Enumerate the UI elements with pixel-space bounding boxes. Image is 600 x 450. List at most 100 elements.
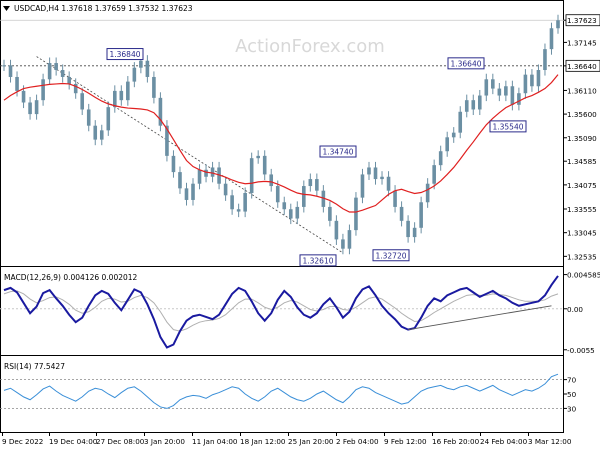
candle-body: [269, 174, 274, 187]
candle-body: [28, 102, 32, 115]
macd-title: MACD(12,26,9) 0.004126 0.002012: [4, 273, 138, 282]
candle-body: [60, 70, 65, 77]
candle-body: [295, 206, 300, 219]
candle-body: [171, 155, 176, 173]
candle-body: [145, 60, 150, 77]
x-tick-label: 25 Jan 20:00: [288, 437, 334, 446]
candle-body: [197, 169, 202, 184]
y-tick-label: 50: [567, 390, 577, 399]
candle-body: [432, 165, 436, 184]
candle-body: [243, 192, 247, 212]
candle-body: [106, 107, 111, 131]
x-tick-label: 11 Jan 04:00: [192, 437, 238, 446]
candle-body: [210, 167, 215, 177]
candle-body: [484, 79, 489, 96]
price-annotation-label: 1.32610: [302, 256, 333, 265]
candle-body: [445, 137, 449, 152]
y-tick-label: 30: [567, 404, 577, 413]
candle-body: [223, 183, 228, 196]
y-tick-label: 1.37623: [567, 16, 597, 25]
candle-body: [113, 90, 117, 108]
x-tick-label: 19 Dec 04:00: [49, 437, 98, 446]
candle-body: [15, 76, 19, 91]
candle-body: [451, 132, 456, 138]
candle-body: [262, 155, 267, 175]
candle-body: [256, 155, 260, 159]
candle-body: [536, 70, 541, 87]
candle-body: [530, 74, 534, 87]
x-axis: 9 Dec 2022 19 Dec 04:0027 Dec 08:00 3 Jan …: [2, 432, 572, 446]
candle-body: [236, 209, 241, 212]
candle-body: [464, 100, 469, 112]
rsi-title: RSI(14) 77.5427: [4, 362, 65, 371]
candle-body: [399, 206, 404, 221]
candle-body: [393, 190, 397, 207]
candle-body: [523, 74, 528, 94]
candle-body: [373, 167, 378, 180]
candle-body: [152, 76, 156, 98]
candle-body: [406, 220, 410, 238]
candle-body: [328, 206, 332, 221]
x-tick-label: 2 Feb 04:00: [336, 437, 379, 446]
y-tick-label: 1.37145: [567, 38, 597, 47]
candle-body: [191, 183, 195, 200]
x-tick-label: 9 Feb 12:00: [384, 437, 427, 446]
candle-body: [386, 176, 391, 191]
candle-body: [139, 60, 143, 68]
y-tick-label: 70: [567, 376, 577, 385]
y-tick-label: -0.0055: [567, 346, 595, 355]
candle-body: [54, 63, 58, 71]
candle-body: [2, 65, 6, 67]
candle-body: [47, 63, 52, 80]
price-annotation-label: 1.35540: [492, 122, 523, 131]
candle-body: [41, 79, 45, 101]
y-tick-label: 1.32535: [567, 252, 597, 261]
candle-body: [282, 202, 287, 210]
candle-body: [99, 130, 104, 140]
candle-body: [412, 227, 417, 238]
svg-text:USDCAD,H4 1.37618 1.37659 1.3: USDCAD,H4 1.37618 1.37659 1.37532 1.3762…: [14, 4, 193, 13]
y-tick-label: 1.36640: [567, 62, 597, 71]
candle-body: [556, 20, 560, 29]
y-tick-label: 1.36110: [567, 86, 597, 95]
candle-body: [132, 67, 137, 82]
candle-body: [471, 100, 476, 110]
y-tick-label: 0.00: [567, 305, 583, 314]
x-tick-label: 27 Dec 08:00: [96, 437, 145, 446]
y-tick-label: 0.004585: [567, 271, 600, 280]
x-tick-label: 18 Jan 12:00: [240, 437, 286, 446]
price-annotation-label: 1.32720: [375, 251, 406, 260]
candle-body: [93, 125, 98, 140]
price-title: USDCAD,H4 1.37618 1.37659 1.37532 1.3762…: [3, 4, 193, 13]
candle-body: [204, 169, 208, 177]
candle-body: [334, 220, 339, 240]
candle-body: [8, 65, 13, 77]
candle-body: [126, 81, 130, 101]
candle-body: [549, 28, 554, 50]
y-tick-label: 1.35090: [567, 134, 597, 143]
x-tick-label: 3 Mar 12:00: [528, 437, 572, 446]
x-tick-label: 24 Feb 04:00: [480, 437, 528, 446]
candle-body: [517, 93, 521, 105]
candle-body: [425, 183, 430, 203]
y-tick-label: 1.34585: [567, 157, 597, 166]
candle-body: [184, 188, 189, 200]
candle-body: [504, 86, 508, 96]
candle-body: [438, 151, 443, 166]
watermark: ActionForex.com: [235, 36, 385, 57]
candle-body: [497, 88, 502, 96]
candle-body: [543, 49, 547, 71]
candle-body: [367, 167, 371, 175]
candle-body: [315, 179, 319, 191]
candle-body: [119, 90, 124, 101]
x-tick-label: 16 Feb 20:00: [432, 437, 480, 446]
candle-body: [347, 230, 352, 249]
candle-body: [491, 79, 495, 89]
candle-body: [80, 93, 85, 110]
y-tick-label: 1.35600: [567, 110, 597, 119]
candle-body: [354, 197, 358, 231]
candle-body: [360, 174, 365, 198]
price-annotation-label: 1.34740: [322, 148, 353, 157]
y-tick-label: 1.33555: [567, 205, 597, 214]
candle-body: [419, 202, 423, 228]
